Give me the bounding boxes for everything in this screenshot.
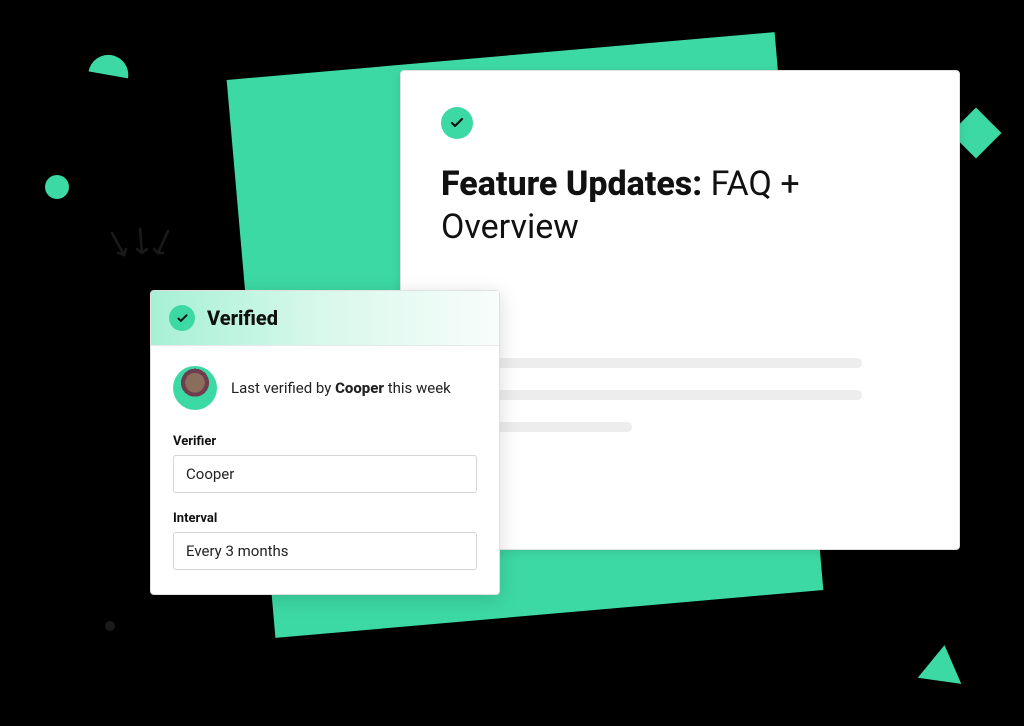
check-icon — [441, 107, 473, 139]
verified-by-row: Last verified by Cooper this week — [173, 366, 477, 410]
deco-arrows — [100, 225, 190, 295]
placeholder-line — [441, 390, 862, 400]
verified-panel: Verified Last verified by Cooper this we… — [150, 290, 500, 595]
document-title: Feature Updates: FAQ + Overview — [441, 163, 919, 248]
verifier-input[interactable] — [173, 455, 477, 493]
deco-small-dot — [105, 621, 115, 631]
document-title-bold: Feature Updates: — [441, 164, 702, 204]
deco-triangle — [918, 642, 967, 684]
deco-halfcircle — [89, 52, 132, 79]
verified-header: Verified — [151, 291, 499, 346]
verified-by-suffix: this week — [384, 379, 451, 397]
verifier-label: Verifier — [173, 434, 477, 449]
verified-by-name: Cooper — [335, 379, 384, 397]
verified-title: Verified — [207, 306, 278, 330]
interval-label: Interval — [173, 511, 477, 526]
avatar — [173, 366, 217, 410]
verified-by-text: Last verified by Cooper this week — [231, 378, 451, 398]
check-icon — [169, 305, 195, 331]
verified-body: Last verified by Cooper this week Verifi… — [151, 346, 499, 594]
placeholder-line — [441, 358, 862, 368]
verified-by-prefix: Last verified by — [231, 379, 335, 397]
interval-input[interactable] — [173, 532, 477, 570]
deco-dot — [45, 175, 69, 199]
